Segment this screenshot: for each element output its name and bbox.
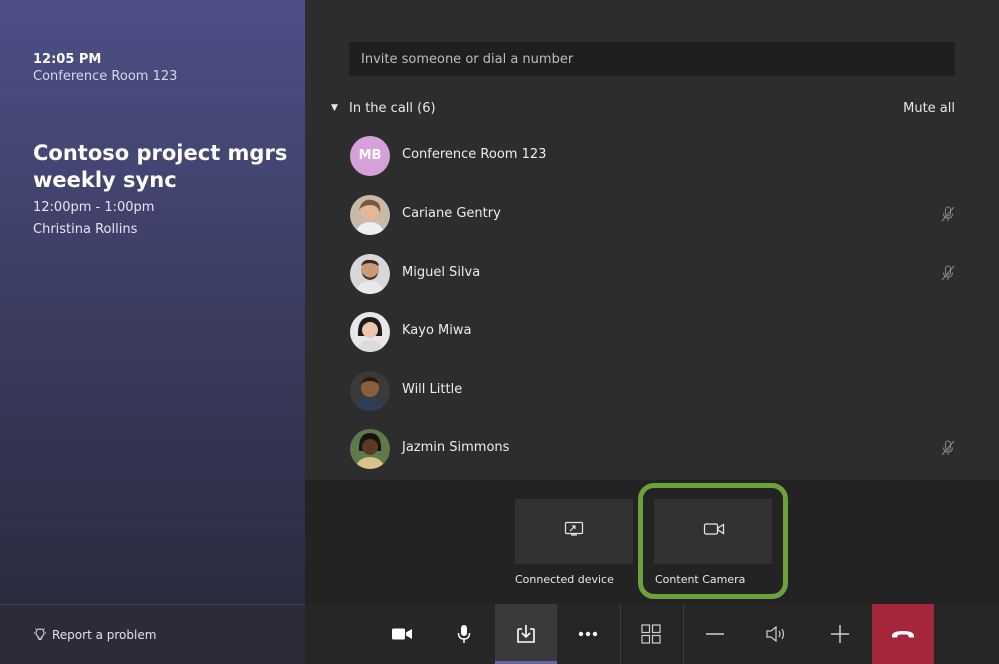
share-tray-button[interactable] xyxy=(495,604,557,664)
speaker-button[interactable] xyxy=(746,604,808,664)
call-controls-toolbar xyxy=(305,604,999,664)
room-name: Conference Room 123 xyxy=(33,69,178,84)
caret-down-icon: ▼ xyxy=(331,103,338,113)
current-time: 12:05 PM xyxy=(33,52,102,67)
teams-room-call-screen: 12:05 PM Conference Room 123 Contoso pro… xyxy=(0,0,999,664)
participant-row[interactable]: Jazmin Simmons xyxy=(349,427,955,471)
participant-name: Jazmin Simmons xyxy=(402,440,510,455)
avatar xyxy=(350,312,390,352)
volume-down-button[interactable] xyxy=(684,604,746,664)
meeting-time-range: 12:00pm - 1:00pm xyxy=(33,200,155,215)
connected-device-button[interactable] xyxy=(515,499,633,564)
report-bar: Report a problem xyxy=(0,604,305,664)
content-camera-highlight xyxy=(638,483,788,599)
participant-row[interactable]: Will Little xyxy=(349,369,955,413)
connected-device-label: Connected device xyxy=(515,573,614,586)
participant-name: Cariane Gentry xyxy=(402,206,501,221)
participant-name: Will Little xyxy=(402,382,463,397)
microphone-icon xyxy=(457,625,471,643)
more-button[interactable] xyxy=(557,604,619,664)
layout-grid-icon xyxy=(641,624,661,644)
volume-up-icon xyxy=(831,625,849,643)
volume-up-button[interactable] xyxy=(809,604,871,664)
layout-button[interactable] xyxy=(620,604,682,664)
screen-share-icon xyxy=(564,521,584,536)
mic-muted-icon xyxy=(941,440,955,456)
report-problem-button[interactable]: Report a problem xyxy=(33,627,156,642)
participant-row[interactable]: Miguel Silva xyxy=(349,252,955,296)
invite-input[interactable]: Invite someone or dial a number xyxy=(349,42,955,76)
meeting-title: Contoso project mgrs weekly sync xyxy=(33,141,288,192)
volume-down-icon xyxy=(706,633,724,635)
camera-button[interactable] xyxy=(371,604,433,664)
more-icon xyxy=(578,631,598,637)
avatar: MB xyxy=(350,136,390,176)
participant-name: Conference Room 123 xyxy=(402,147,547,162)
participant-name: Kayo Miwa xyxy=(402,323,472,338)
avatar xyxy=(350,371,390,411)
participant-row[interactable]: Kayo Miwa xyxy=(349,310,955,354)
roster-panel: Invite someone or dial a number ▼ In the… xyxy=(305,0,999,480)
share-tray: Connected device Content Camera xyxy=(305,480,999,604)
lightbulb-icon xyxy=(34,628,46,640)
avatar xyxy=(350,429,390,469)
avatar xyxy=(350,254,390,294)
microphone-button[interactable] xyxy=(433,604,495,664)
avatar xyxy=(350,195,390,235)
camera-icon xyxy=(392,628,412,640)
report-problem-label: Report a problem xyxy=(52,628,157,642)
speaker-icon xyxy=(766,625,785,643)
participant-name: Miguel Silva xyxy=(402,265,481,280)
share-tray-icon xyxy=(517,625,535,643)
meeting-info-panel: 12:05 PM Conference Room 123 Contoso pro… xyxy=(0,0,305,604)
participant-row[interactable]: MB Conference Room 123 xyxy=(349,134,955,178)
in-call-section-header[interactable]: ▼ In the call (6) Mute all xyxy=(331,100,955,120)
participant-row[interactable]: Cariane Gentry xyxy=(349,193,955,237)
mic-muted-icon xyxy=(941,206,955,222)
mute-all-button[interactable]: Mute all xyxy=(903,101,955,116)
mic-muted-icon xyxy=(941,265,955,281)
in-call-label: In the call (6) xyxy=(349,101,436,116)
meeting-organizer: Christina Rollins xyxy=(33,222,138,237)
hang-up-button[interactable] xyxy=(872,604,934,664)
hang-up-icon xyxy=(892,631,914,638)
